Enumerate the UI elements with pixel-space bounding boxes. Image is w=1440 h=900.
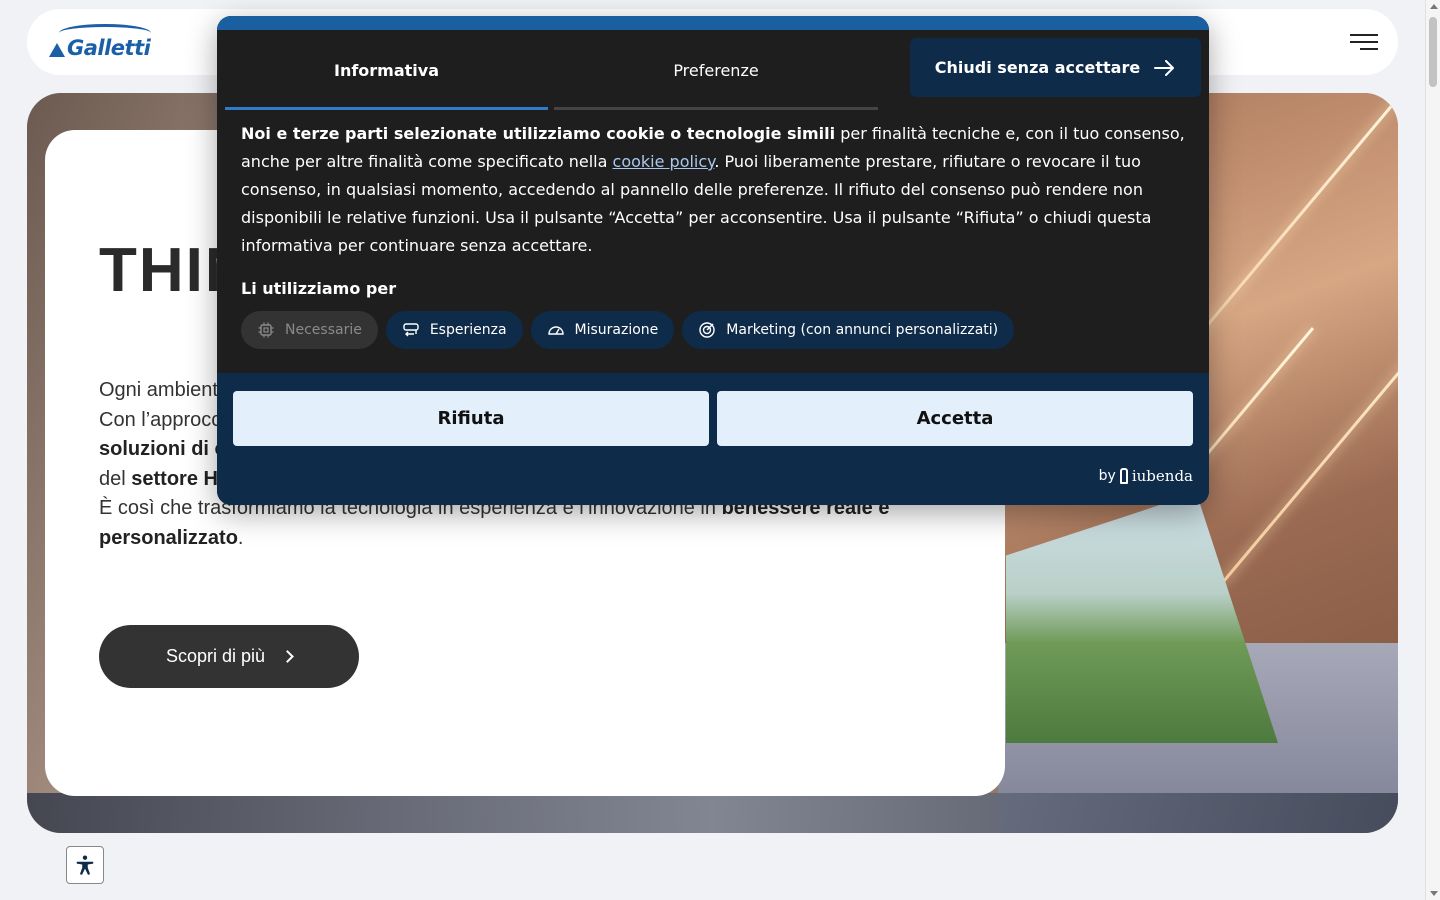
hamburger-icon[interactable] (1350, 34, 1378, 52)
discover-more-button[interactable]: Scopri di più (99, 625, 359, 688)
purpose-label: Necessarie (285, 322, 362, 338)
tab-underline (554, 107, 878, 110)
tab-label: Preferenze (673, 60, 759, 80)
close-without-accepting-button[interactable]: Chiudi senza accettare (910, 38, 1201, 97)
target-icon (699, 322, 715, 338)
accessibility-icon (76, 855, 94, 875)
galletti-logo[interactable]: Galletti (49, 24, 151, 60)
banner-top-strip (217, 16, 1209, 30)
purpose-label: Marketing (con annunci personalizzati) (726, 322, 999, 338)
tab-informativa[interactable]: Informativa (225, 30, 548, 110)
gauge-icon (547, 326, 564, 335)
refresh-icon (403, 323, 419, 337)
cookie-notice-text: Noi e terze parti selezionate utilizziam… (241, 124, 1185, 255)
logo-arc (59, 24, 151, 42)
chevron-right-icon (281, 650, 294, 663)
cookie-policy-link[interactable]: cookie policy (613, 152, 715, 171)
logo-triangle-icon (49, 43, 65, 57)
scroll-down-arrow-icon[interactable] (1430, 891, 1438, 896)
arrow-right-icon (1154, 59, 1175, 76)
chip-icon (258, 322, 274, 338)
brand-by: by (1098, 468, 1116, 484)
hero-bottom-shade (27, 793, 1398, 833)
scrollbar-thumb[interactable] (1429, 17, 1437, 87)
purpose-chip-esperienza[interactable]: Esperienza (385, 311, 523, 349)
close-button-label: Chiudi senza accettare (934, 58, 1141, 77)
accessibility-button[interactable] (66, 846, 104, 884)
tab-underline (225, 107, 548, 110)
purpose-chip-marketing[interactable]: Marketing (con annunci personalizzati) (682, 311, 1015, 349)
tab-label: Informativa (333, 60, 439, 80)
purposes-heading: Li utilizziamo per (241, 279, 397, 298)
page-scrollbar[interactable] (1425, 0, 1440, 900)
iubenda-icon (1119, 468, 1128, 484)
banner-footer: Rifiuta Accetta by iubenda (217, 373, 1209, 505)
reject-button[interactable]: Rifiuta (233, 391, 709, 446)
discover-more-label: Scopri di più (165, 646, 266, 666)
tab-preferenze[interactable]: Preferenze (554, 30, 878, 110)
purpose-label: Misurazione (574, 322, 659, 338)
banner-tabs: Informativa Preferenze Chiudi senza acce… (217, 30, 1209, 110)
purpose-chip-necessarie: Necessarie (241, 311, 378, 349)
purpose-label: Esperienza (429, 322, 507, 338)
brand-name: iubenda (1131, 467, 1193, 485)
iubenda-brand[interactable]: by iubenda (1099, 467, 1193, 485)
purpose-chips: Necessarie Esperienza Misurazione Market… (241, 311, 1015, 349)
scroll-up-arrow-icon[interactable] (1430, 4, 1438, 9)
accept-button[interactable]: Accetta (717, 391, 1193, 446)
cookie-banner: Informativa Preferenze Chiudi senza acce… (217, 16, 1209, 505)
purpose-chip-misurazione[interactable]: Misurazione (530, 311, 675, 349)
